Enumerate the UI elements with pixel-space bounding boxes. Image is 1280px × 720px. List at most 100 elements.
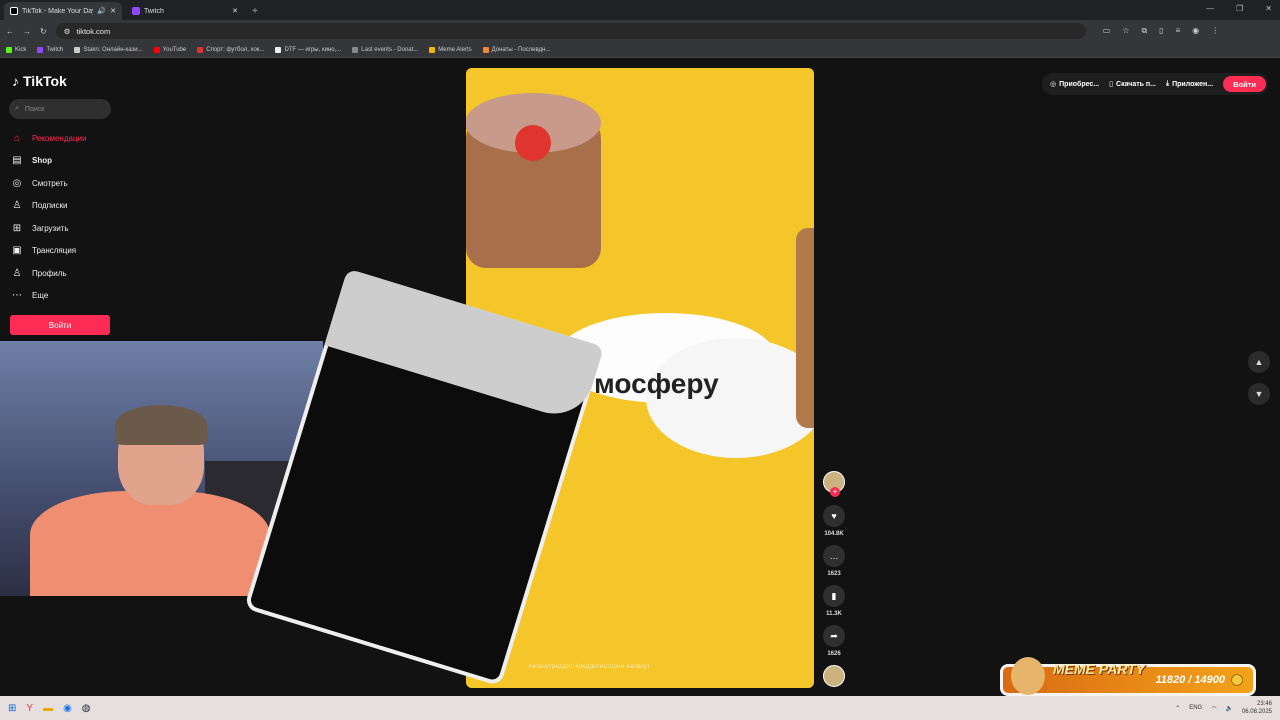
chrome-icon[interactable]: ◉ bbox=[63, 703, 72, 714]
sidebar-item-following[interactable]: ♙ Подписки bbox=[11, 195, 86, 218]
toolbar-icons: ▭ ☆ ⧉ ▯ ≡ ◉ ⋮ bbox=[1103, 26, 1220, 36]
sidebar-item-more[interactable]: ⋯ Еще bbox=[11, 285, 86, 308]
bookmark-kick[interactable]: Kick bbox=[6, 46, 26, 53]
bookmarks-bar: Kick Twitch Stakn: Онлайн-кази... YouTub… bbox=[0, 42, 1280, 58]
new-tab-button[interactable]: + bbox=[252, 6, 258, 17]
sidebar-item-explore[interactable]: ◎ Смотреть bbox=[11, 172, 86, 195]
close-tab-icon[interactable]: ✕ bbox=[232, 7, 238, 15]
live-icon: ▣ bbox=[12, 245, 22, 257]
back-icon[interactable]: ← bbox=[6, 27, 14, 36]
browser-tab-bar: TikTok - Make Your Day 🔊 ✕ Twitch ✕ + — … bbox=[0, 0, 1280, 20]
video-actions: + ♥ 104.8K … 1623 ▮ 11.3K ➦ 1626 bbox=[822, 471, 846, 699]
sidebar-item-profile[interactable]: ♙ Профиль bbox=[11, 262, 86, 285]
tiktok-logo[interactable]: ♪ TikTok bbox=[12, 73, 67, 89]
bookmark-youtube[interactable]: YouTube bbox=[153, 46, 186, 53]
meme-party-widget: MEME PARTY 11820 / 14900 bbox=[1000, 657, 1256, 696]
sidebar-item-shop[interactable]: ▤ Shop bbox=[11, 150, 86, 173]
download-icon: ⤓ bbox=[1166, 80, 1170, 87]
account-icon[interactable]: ◉ bbox=[1192, 26, 1199, 36]
speaker-icon[interactable]: 🔊 bbox=[97, 7, 106, 15]
meme-party-title: MEME PARTY bbox=[1053, 661, 1146, 677]
extensions-icon[interactable]: ⧉ bbox=[1141, 26, 1147, 36]
buy-coins-button[interactable]: ◎ Приобрес... bbox=[1050, 80, 1099, 89]
sport-icon bbox=[197, 46, 204, 53]
more-icon: ⋯ bbox=[12, 290, 22, 302]
sidebar-nav: ⌂ Рекомендации ▤ Shop ◎ Смотреть ♙ Подписки … bbox=[11, 127, 86, 307]
search-placeholder: Поиск bbox=[24, 105, 45, 113]
bookmark-donat[interactable]: Last events - Donat... bbox=[352, 46, 418, 53]
wifi-icon[interactable]: ◠ bbox=[1211, 705, 1216, 712]
search-input[interactable]: ⌕ Поиск bbox=[9, 99, 111, 119]
sidebar-login-button[interactable]: Войти bbox=[10, 315, 110, 335]
webcam-person-hair bbox=[115, 405, 207, 445]
url-text: tiktok.com bbox=[76, 26, 111, 36]
bookmark-icon: ▮ bbox=[831, 590, 837, 601]
restore-icon[interactable]: ❐ bbox=[1236, 4, 1243, 13]
compass-icon: ◎ bbox=[12, 177, 22, 189]
share-count: 1626 bbox=[827, 651, 841, 657]
coin-icon bbox=[1231, 674, 1243, 686]
volume-icon[interactable]: 🔈 bbox=[1225, 705, 1232, 712]
like-button[interactable]: ♥ bbox=[823, 505, 845, 527]
download-app-button[interactable]: ▯ Скачать п... bbox=[1109, 80, 1156, 89]
windows-start-icon[interactable]: ⊞ bbox=[8, 703, 16, 714]
bookmark-dtf[interactable]: DTF — игры, кино,... bbox=[275, 46, 341, 53]
browser-tab-twitch[interactable]: Twitch ✕ bbox=[126, 2, 244, 20]
site-info-icon[interactable]: ⚙ bbox=[64, 27, 71, 36]
follow-plus-icon[interactable]: + bbox=[830, 487, 840, 497]
media-icon[interactable]: ≡ bbox=[1176, 26, 1181, 36]
cast-icon[interactable]: ▭ bbox=[1103, 26, 1111, 36]
bookmark-twitch[interactable]: Twitch bbox=[37, 46, 63, 53]
shop-icon: ▤ bbox=[12, 155, 22, 167]
bookmark-sport[interactable]: Спорт: футбол, хок... bbox=[197, 46, 264, 53]
next-video-button[interactable]: ▼ bbox=[1248, 383, 1270, 405]
sidebar-item-live[interactable]: ▣ Трансляция bbox=[11, 240, 86, 263]
menu-icon[interactable]: ⋮ bbox=[1211, 26, 1219, 36]
search-icon: ⌕ bbox=[15, 105, 19, 112]
yandex-icon[interactable]: Y bbox=[26, 703, 33, 714]
prev-video-button[interactable]: ▲ bbox=[1248, 351, 1270, 373]
apps-button[interactable]: ⤓ Приложен... bbox=[1166, 80, 1213, 88]
windows-taskbar: ⊞ Y ▬ ◉ ◍ ⌃ ENG ◠ 🔈 23:46 06.08.2025 bbox=[0, 696, 1280, 720]
header-login-button[interactable]: Войти bbox=[1223, 76, 1266, 92]
reload-icon[interactable]: ↻ bbox=[40, 27, 47, 36]
profile-icon: ♙ bbox=[12, 267, 22, 279]
close-window-icon[interactable]: ✕ bbox=[1265, 4, 1272, 13]
comment-button[interactable]: … bbox=[823, 545, 845, 567]
bookmark-donaty[interactable]: Донаты - Послевдн... bbox=[482, 46, 550, 53]
comment-icon: … bbox=[829, 551, 839, 561]
minimize-icon[interactable]: — bbox=[1206, 4, 1214, 13]
following-icon: ♙ bbox=[12, 200, 22, 212]
star-icon[interactable]: ☆ bbox=[1122, 26, 1129, 36]
tray-chevron-icon[interactable]: ⌃ bbox=[1175, 705, 1180, 712]
heart-icon: ♥ bbox=[831, 511, 837, 521]
music-disc-avatar[interactable] bbox=[823, 665, 845, 687]
bookmark-stake[interactable]: Stakn: Онлайн-кази... bbox=[74, 46, 143, 53]
file-explorer-icon[interactable]: ▬ bbox=[43, 703, 53, 714]
browser-tab-tiktok[interactable]: TikTok - Make Your Day 🔊 ✕ bbox=[4, 2, 122, 20]
language-indicator[interactable]: ENG bbox=[1189, 705, 1202, 711]
creator-avatar[interactable]: + bbox=[823, 471, 845, 497]
sidebar-item-recommendations[interactable]: ⌂ Рекомендации bbox=[11, 127, 87, 150]
video-hashtags[interactable]: #апвоутреддит #реддитистории #апвоут bbox=[528, 663, 650, 670]
save-count: 11.3K bbox=[826, 611, 842, 617]
clock[interactable]: 23:46 06.08.2025 bbox=[1242, 700, 1272, 716]
bookmark-meme-alerts[interactable]: Meme Alerts bbox=[429, 46, 472, 53]
tiktok-favicon-icon bbox=[10, 7, 18, 15]
address-toolbar: ← → ↻ ⚙ tiktok.com ▭ ☆ ⧉ ▯ ≡ ◉ ⋮ bbox=[0, 20, 1280, 42]
phone-icon: ▯ bbox=[1109, 81, 1114, 88]
share-icon: ➦ bbox=[830, 630, 838, 641]
steam-icon[interactable]: ◍ bbox=[82, 703, 91, 714]
like-count: 104.8K bbox=[824, 531, 844, 537]
comment-count: 1623 bbox=[827, 571, 841, 577]
forward-icon[interactable]: → bbox=[23, 27, 31, 36]
url-bar[interactable]: ⚙ tiktok.com bbox=[55, 23, 1086, 39]
top-right-bar: ◎ Приобрес... ▯ Скачать п... ⤓ Приложен... … bbox=[1042, 73, 1268, 95]
clock-date: 06.08.2025 bbox=[1241, 709, 1272, 715]
save-button[interactable]: ▮ bbox=[823, 585, 845, 607]
close-tab-icon[interactable]: ✕ bbox=[110, 7, 116, 15]
sidebar-item-upload[interactable]: ⊞ Загрузить bbox=[11, 217, 86, 240]
youtube-icon bbox=[153, 46, 160, 53]
share-button[interactable]: ➦ bbox=[823, 625, 845, 647]
sidepanel-icon[interactable]: ▯ bbox=[1159, 26, 1163, 36]
